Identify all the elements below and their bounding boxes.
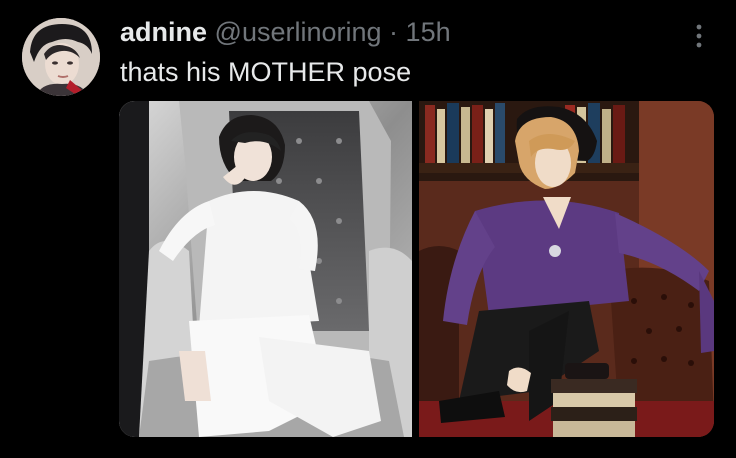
avatar-image xyxy=(22,18,100,96)
more-options-button[interactable] xyxy=(688,22,710,50)
more-vertical-icon xyxy=(696,24,702,48)
avatar[interactable] xyxy=(22,18,100,96)
display-name[interactable]: adnine xyxy=(120,17,207,47)
timestamp[interactable]: 15h xyxy=(406,17,451,47)
tweet-text: thats his MOTHER pose xyxy=(120,57,412,87)
photo-left[interactable] xyxy=(119,101,412,437)
user-handle[interactable]: @userlinoring xyxy=(215,17,382,47)
tweet-header: adnine @userlinoring · 15h xyxy=(120,16,451,48)
photo-right[interactable] xyxy=(419,101,714,437)
header-separator: · xyxy=(389,17,399,47)
media-grid xyxy=(119,101,714,437)
